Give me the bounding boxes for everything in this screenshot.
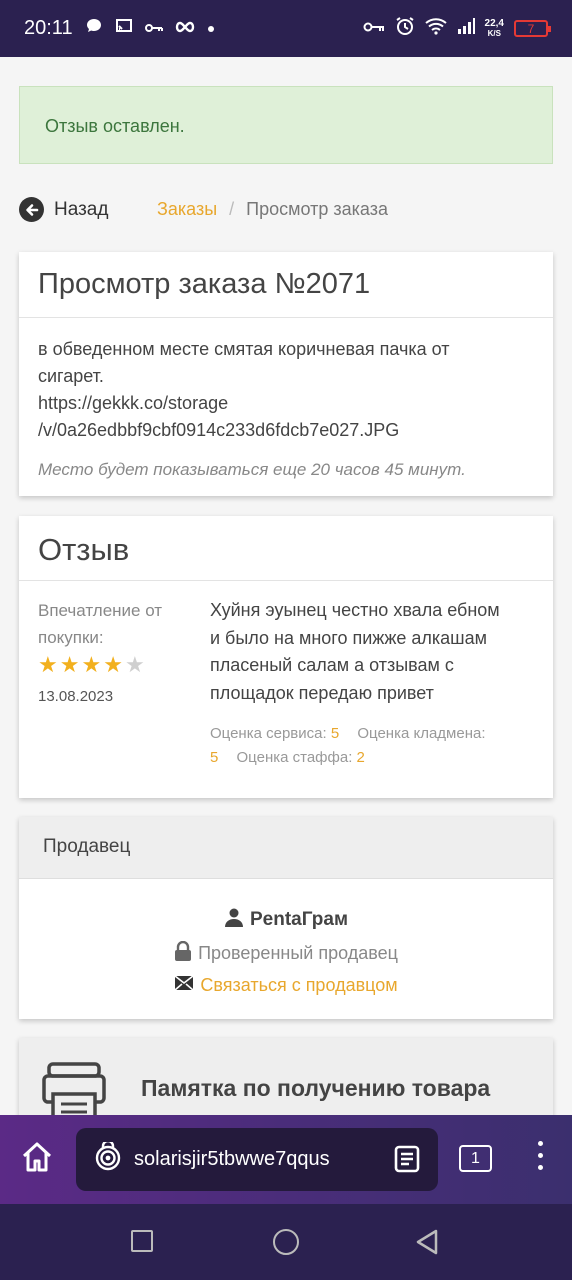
- seller-verified-label: Проверенный продавец: [198, 943, 398, 963]
- staff-score-value: 2: [356, 749, 365, 766]
- courier-score-value: 5: [210, 749, 219, 766]
- staff-score-label: Оценка стаффа:: [236, 749, 353, 766]
- chat-notification-icon: [85, 17, 103, 40]
- lock-icon: [174, 940, 192, 966]
- tabs-icon[interactable]: 1: [459, 1145, 492, 1172]
- status-bar: 20:11 22,4 K/S 7: [0, 0, 572, 57]
- seller-verified-row: Проверенный продавец: [19, 940, 553, 966]
- reader-mode-icon[interactable]: [394, 1145, 420, 1179]
- review-text-line: Хуйня эуынец честно хвала ебном: [210, 600, 500, 620]
- order-photo-link-line: /v/0a26edbbf9cbf0914c233d6fdcb7e027.JPG: [38, 420, 400, 440]
- user-icon: [224, 907, 244, 933]
- address-bar[interactable]: solarisjir5tbwwe7qqus: [76, 1128, 438, 1191]
- service-score-label: Оценка сервиса:: [210, 725, 327, 742]
- home-icon[interactable]: [20, 1140, 54, 1179]
- breadcrumb-orders-link[interactable]: Заказы: [157, 199, 217, 220]
- network-speed: 22,4 K/S: [484, 17, 504, 38]
- cast-notification-icon: [115, 18, 133, 39]
- site-security-icon[interactable]: [94, 1139, 122, 1178]
- tab-count: 1: [471, 1149, 480, 1167]
- review-scores: Оценка сервиса: 5 Оценка кладмена: 5 Оце…: [210, 722, 530, 770]
- memo-card[interactable]: Памятка по получению товара: [19, 1038, 553, 1115]
- infinity-notification-icon: [175, 20, 195, 38]
- key-notification-icon: [144, 20, 163, 38]
- star-filled-icon: ★: [59, 652, 80, 677]
- seller-name-row[interactable]: PentaГрам: [19, 907, 553, 933]
- back-label: Назад: [54, 198, 109, 220]
- contact-seller-label: Связаться с продавцом: [200, 975, 398, 995]
- seller-header: Продавец: [19, 817, 553, 879]
- star-empty-icon: ★: [124, 652, 145, 677]
- impression-label: покупки:: [38, 628, 104, 647]
- signal-icon: [457, 18, 475, 39]
- envelope-icon: [174, 975, 194, 996]
- clock: 20:11: [24, 17, 73, 39]
- back-arrow-icon: [19, 197, 44, 222]
- review-date: 13.08.2023: [38, 688, 114, 705]
- star-rating: ★ ★ ★ ★ ★: [38, 653, 198, 677]
- order-body: в обведенном месте смятая коричневая пач…: [19, 318, 553, 501]
- printer-icon: [41, 1062, 107, 1115]
- review-card: Отзыв Впечатление от покупки: ★ ★ ★ ★ ★ 13.0…: [19, 516, 553, 798]
- review-meta: Впечатление от покупки: ★ ★ ★ ★ ★ 13.08.2023: [38, 597, 198, 710]
- order-description-line: сигарет.: [38, 366, 104, 386]
- star-filled-icon: ★: [38, 652, 58, 677]
- impression-label: Впечатление от: [38, 601, 163, 620]
- review-title: Отзыв: [19, 516, 553, 581]
- memo-title: Памятка по получению товара: [141, 1075, 491, 1101]
- seller-card: Продавец PentaГрам Проверенный продавец …: [19, 817, 553, 1019]
- recents-button[interactable]: [131, 1230, 153, 1252]
- order-card: Просмотр заказа №2071 в обведенном месте…: [19, 252, 553, 496]
- wifi-icon: [424, 17, 447, 40]
- back-link[interactable]: Назад: [19, 197, 108, 222]
- visibility-note: Место будет показываться еще 20 часов 45…: [38, 460, 466, 479]
- system-back-button[interactable]: [414, 1228, 440, 1261]
- more-notifications-dot-icon: [207, 20, 215, 38]
- alert-text: Отзыв оставлен.: [45, 116, 185, 136]
- page-content: Отзыв оставлен. Назад Заказы / Просмотр …: [0, 57, 572, 1115]
- order-description-line: в обведенном месте смятая коричневая пач…: [38, 339, 450, 359]
- contact-seller-link[interactable]: Связаться с продавцом: [19, 975, 553, 996]
- review-text-line: пласеный салам а отзывам с: [210, 655, 454, 675]
- review-text-line: площадок передаю привет: [210, 682, 434, 703]
- battery-icon: 7: [514, 20, 551, 37]
- order-title: Просмотр заказа №2071: [19, 252, 553, 318]
- breadcrumb-current: Просмотр заказа: [246, 199, 388, 219]
- menu-icon[interactable]: [538, 1141, 543, 1170]
- alarm-icon: [395, 16, 415, 41]
- vpn-key-icon: [363, 20, 385, 38]
- star-filled-icon: ★: [103, 652, 123, 677]
- system-nav-bar: [0, 1204, 572, 1280]
- home-button[interactable]: [273, 1229, 299, 1255]
- review-text-line: и было на много пижже алкашам: [210, 627, 487, 648]
- breadcrumb-separator: /: [229, 199, 235, 219]
- courier-score-label: Оценка кладмена:: [357, 725, 486, 742]
- order-photo-link-line: https://gekkk.co/storage: [38, 393, 229, 413]
- review-text: Хуйня эуынец честно хвала ебном и было н…: [210, 597, 530, 770]
- url-text: solarisjir5tbwwe7qqus: [134, 1148, 330, 1170]
- star-filled-icon: ★: [81, 652, 102, 677]
- browser-toolbar: solarisjir5tbwwe7qqus 1: [0, 1115, 572, 1204]
- success-alert: Отзыв оставлен.: [19, 86, 553, 164]
- breadcrumb: Заказы / Просмотр заказа: [157, 199, 388, 220]
- service-score-value: 5: [330, 725, 340, 742]
- seller-name: PentaГрам: [249, 909, 348, 930]
